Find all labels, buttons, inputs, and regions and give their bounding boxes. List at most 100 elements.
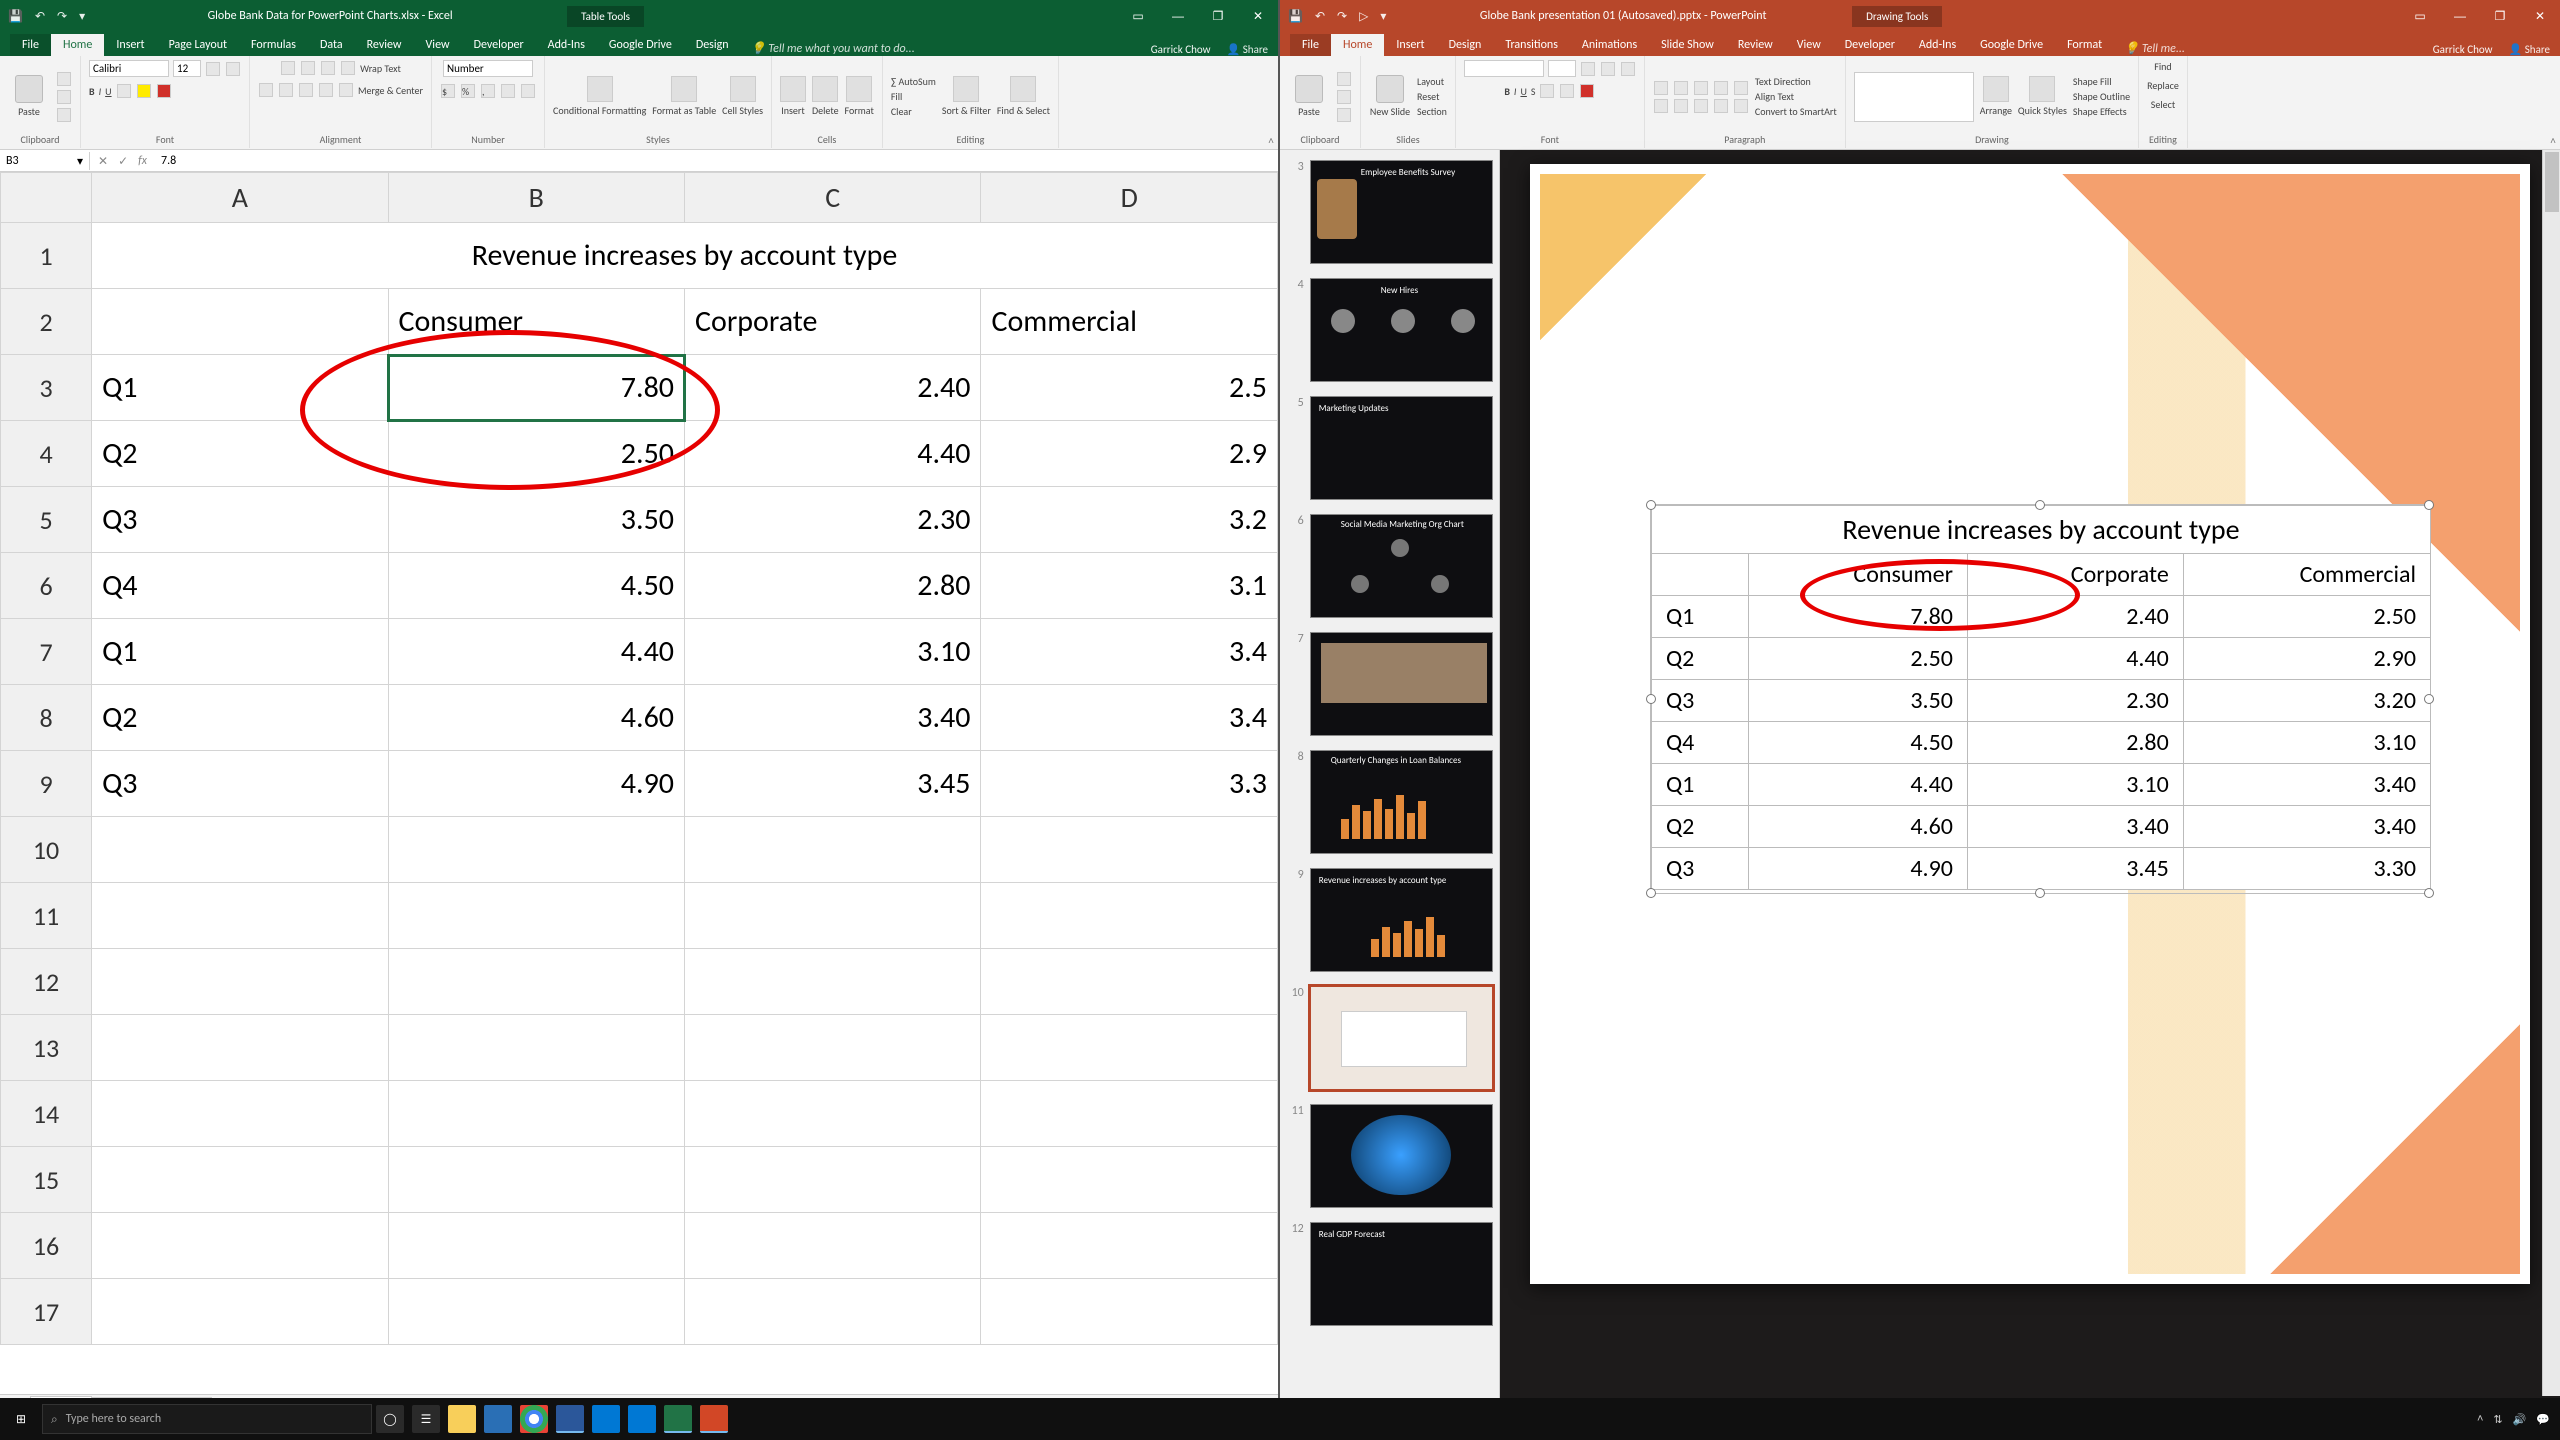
- row-6[interactable]: 6: [1, 553, 92, 619]
- collapse-ribbon-icon[interactable]: ˄: [2550, 136, 2556, 147]
- collapse-ribbon-icon[interactable]: ˄: [1268, 136, 1274, 147]
- bullets-icon[interactable]: [1654, 81, 1668, 95]
- slide-canvas[interactable]: Revenue increases by account type Consum…: [1500, 150, 2560, 1400]
- action-center-icon[interactable]: 💬: [2536, 1413, 2550, 1426]
- slide-thumbnails-pane[interactable]: 3Employee Benefits Survey 4New Hires 5Ma…: [1280, 150, 1500, 1418]
- layout-button[interactable]: Layout: [1417, 75, 1447, 88]
- paste-button[interactable]: Paste: [8, 75, 50, 118]
- excel-icon[interactable]: [664, 1405, 692, 1433]
- merge-center-button[interactable]: Merge & Center: [358, 84, 423, 97]
- close-button[interactable]: ✕: [2520, 0, 2560, 32]
- slide-thumb-7[interactable]: 7: [1284, 628, 1495, 740]
- tab-transitions[interactable]: Transitions: [1493, 34, 1570, 56]
- tab-page-layout[interactable]: Page Layout: [157, 34, 239, 56]
- currency-icon[interactable]: $: [441, 84, 455, 98]
- copy-icon[interactable]: [1337, 90, 1351, 104]
- slide-thumb-12[interactable]: 12Real GDP Forecast: [1284, 1218, 1495, 1330]
- line-spacing-icon[interactable]: [1734, 81, 1748, 95]
- wrap-text-button[interactable]: Wrap Text: [360, 62, 401, 75]
- tab-insert[interactable]: Insert: [104, 34, 156, 56]
- align-bottom-icon[interactable]: [321, 61, 335, 75]
- user-name[interactable]: Garrick Chow: [2433, 43, 2493, 56]
- mail-icon[interactable]: [592, 1405, 620, 1433]
- align-left-icon[interactable]: [1654, 99, 1668, 113]
- sort-filter-button[interactable]: Sort & Filter: [942, 76, 991, 117]
- tab-developer[interactable]: Developer: [462, 34, 536, 56]
- name-box[interactable]: B3▾: [0, 152, 90, 170]
- slide-thumb-9[interactable]: 9Revenue increases by account type: [1284, 864, 1495, 976]
- undo-icon[interactable]: ↶: [1315, 9, 1325, 23]
- font-color-icon[interactable]: [157, 84, 171, 98]
- resize-handle[interactable]: [1646, 888, 1656, 898]
- section-button[interactable]: Section: [1417, 105, 1447, 118]
- network-icon[interactable]: ⇅: [2493, 1413, 2502, 1426]
- resize-handle[interactable]: [2424, 888, 2434, 898]
- row-5[interactable]: 5: [1, 487, 92, 553]
- start-show-icon[interactable]: ▷: [1359, 9, 1368, 23]
- tab-insert[interactable]: Insert: [1384, 34, 1436, 56]
- cell-C2[interactable]: Corporate: [685, 289, 981, 355]
- user-name[interactable]: Garrick Chow: [1151, 43, 1211, 56]
- col-A[interactable]: A: [92, 173, 388, 223]
- powerpoint-icon[interactable]: [700, 1405, 728, 1433]
- inc-decimal-icon[interactable]: [501, 84, 515, 98]
- start-button[interactable]: ⊞: [0, 1412, 42, 1426]
- formula-input[interactable]: 7.8: [155, 152, 1278, 170]
- cell-C3[interactable]: 2.40: [685, 355, 981, 421]
- ribbon-options-icon[interactable]: ▭: [1118, 0, 1158, 32]
- tab-view[interactable]: View: [1785, 34, 1833, 56]
- row-8[interactable]: 8: [1, 685, 92, 751]
- orientation-icon[interactable]: [341, 61, 355, 75]
- cell-D2[interactable]: Commercial: [981, 289, 1278, 355]
- tab-addins[interactable]: Add-Ins: [536, 34, 597, 56]
- volume-icon[interactable]: 🔊: [2513, 1413, 2527, 1426]
- align-right-icon[interactable]: [299, 83, 313, 97]
- save-icon[interactable]: 💾: [8, 9, 23, 23]
- cell-A3[interactable]: Q1: [92, 355, 388, 421]
- spacing-icon[interactable]: [1560, 84, 1574, 98]
- replace-button[interactable]: Replace: [2147, 79, 2179, 92]
- resize-handle[interactable]: [1646, 500, 1656, 510]
- paste-button[interactable]: Paste: [1288, 75, 1330, 118]
- quick-styles-button[interactable]: Quick Styles: [2018, 76, 2067, 117]
- col-B[interactable]: B: [388, 173, 684, 223]
- bold-button[interactable]: B: [1504, 85, 1510, 98]
- select-button[interactable]: Select: [2151, 98, 2175, 111]
- smartart-button[interactable]: Convert to SmartArt: [1755, 105, 1837, 118]
- indent-inc-icon[interactable]: [1714, 81, 1728, 95]
- align-right-icon[interactable]: [1694, 99, 1708, 113]
- autosum-button[interactable]: ∑ AutoSum: [891, 75, 936, 88]
- undo-icon[interactable]: ↶: [35, 9, 45, 23]
- shrink-font-icon[interactable]: [1601, 62, 1615, 76]
- conditional-formatting-button[interactable]: Conditional Formatting: [553, 76, 646, 117]
- qat-more-icon[interactable]: ▾: [1380, 9, 1386, 23]
- tab-formulas[interactable]: Formulas: [239, 34, 308, 56]
- slide-thumb-5[interactable]: 5Marketing Updates: [1284, 392, 1495, 504]
- delete-cells-button[interactable]: Delete: [812, 76, 839, 117]
- taskbar-search[interactable]: ⌕Type here to search: [42, 1404, 372, 1434]
- border-icon[interactable]: [117, 84, 131, 98]
- cell-D3[interactable]: 2.5: [981, 355, 1278, 421]
- numbering-icon[interactable]: [1674, 81, 1688, 95]
- tab-slideshow[interactable]: Slide Show: [1649, 34, 1726, 56]
- tab-view[interactable]: View: [414, 34, 462, 56]
- resize-handle[interactable]: [2035, 888, 2045, 898]
- bold-button[interactable]: B: [89, 85, 95, 98]
- cancel-edit-icon[interactable]: ✕: [98, 154, 108, 168]
- align-text-button[interactable]: Align Text: [1755, 90, 1837, 103]
- shape-outline-button[interactable]: Shape Outline: [2073, 90, 2130, 103]
- resize-handle[interactable]: [2424, 694, 2434, 704]
- tab-data[interactable]: Data: [308, 34, 355, 56]
- edge-icon[interactable]: [628, 1405, 656, 1433]
- strike-button[interactable]: S: [1531, 85, 1536, 98]
- slide-thumb-8[interactable]: 8Quarterly Changes in Loan Balances: [1284, 746, 1495, 858]
- row-1[interactable]: 1: [1, 223, 92, 289]
- tray-chevron-icon[interactable]: ˄: [2477, 1413, 2483, 1425]
- minimize-button[interactable]: —: [2440, 0, 2480, 32]
- tab-home[interactable]: Home: [51, 34, 104, 56]
- text-direction-button[interactable]: Text Direction: [1755, 75, 1837, 88]
- worksheet-grid[interactable]: A B C D 1 Revenue increases by account t…: [0, 172, 1278, 1394]
- justify-icon[interactable]: [1714, 99, 1728, 113]
- resize-handle[interactable]: [2035, 500, 2045, 510]
- align-middle-icon[interactable]: [301, 61, 315, 75]
